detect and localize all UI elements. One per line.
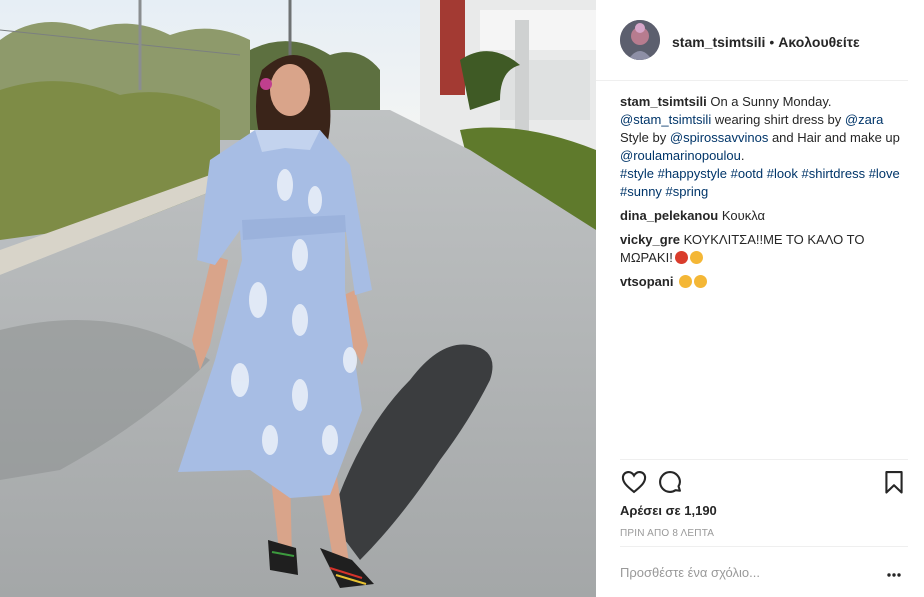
header-separator: •: [769, 34, 775, 50]
post-timestamp[interactable]: ΠΡΙΝ ΑΠΟ 8 ΛΕΠΤΑ: [620, 528, 714, 539]
post-sidebar: stam_tsimtsili • Ακολουθείτε stam_tsimtsil…: [596, 0, 924, 597]
divider: [620, 459, 908, 460]
post-photo[interactable]: [0, 0, 596, 597]
clap-emoji-icon: [679, 275, 693, 288]
avatar-image: [620, 20, 660, 60]
bookmark-icon[interactable]: [880, 468, 908, 496]
comment-icon[interactable]: [656, 468, 684, 496]
hashtag-link[interactable]: #love: [869, 166, 900, 181]
divider: [620, 546, 908, 547]
comments-list: stam_tsimtsili On a Sunny Monday. @stam_…: [620, 93, 905, 297]
hashtag-link[interactable]: #shirtdress: [801, 166, 865, 181]
caption-mention-hair[interactable]: @roulamarinopoulou: [620, 148, 741, 163]
header-text: stam_tsimtsili • Ακολουθείτε: [672, 34, 860, 50]
avatar[interactable]: [620, 20, 660, 60]
comment-item: vicky_gre ΚΟΥΚΛΙΤΣΑ!!ΜΕ ΤΟ ΚΑΛΟ ΤΟ ΜΩΡΑΚ…: [620, 231, 905, 267]
caption-text-1: On a Sunny Monday.: [710, 94, 832, 109]
comment-username[interactable]: vicky_gre: [620, 232, 680, 247]
hashtag-link[interactable]: #sunny: [620, 184, 662, 199]
header-username[interactable]: stam_tsimtsili: [672, 34, 765, 50]
rose-emoji-icon: [674, 251, 688, 264]
post-photo-image: [0, 0, 596, 597]
hashtag-link[interactable]: #happystyle: [658, 166, 727, 181]
hashtag-link[interactable]: #look: [767, 166, 798, 181]
clap-emoji-icon: [694, 275, 708, 288]
comment-item: vtsopani: [620, 273, 905, 291]
caption-mention-zara[interactable]: @zara: [845, 112, 884, 127]
instagram-post: stam_tsimtsili • Ακολουθείτε stam_tsimtsil…: [0, 0, 924, 597]
caption-mention-style[interactable]: @spirossavvinos: [670, 130, 768, 145]
post-header: stam_tsimtsili • Ακολουθείτε: [596, 0, 908, 81]
caption-text-5: .: [740, 148, 745, 163]
hashtag-link[interactable]: #spring: [666, 184, 709, 199]
likes-count[interactable]: Αρέσει σε 1,190: [620, 503, 717, 518]
following-button[interactable]: Ακολουθείτε: [778, 34, 859, 50]
add-comment-input[interactable]: Προσθέστε ένα σχόλιο...: [620, 565, 860, 580]
caption: stam_tsimtsili On a Sunny Monday. @stam_…: [620, 93, 905, 201]
more-options-icon[interactable]: [886, 567, 902, 583]
heart-icon[interactable]: [620, 468, 648, 496]
caption-mention-self[interactable]: @stam_tsimtsili: [620, 112, 711, 127]
comment-text: Κουκλα: [721, 208, 766, 223]
comment-item: dina_pelekanou Κουκλα: [620, 207, 905, 225]
caption-username[interactable]: stam_tsimtsili: [620, 94, 707, 109]
caption-text-2: wearing shirt dress by: [714, 112, 842, 127]
comment-username[interactable]: vtsopani: [620, 274, 673, 289]
caption-text-3: Style by: [620, 130, 667, 145]
hashtag-link[interactable]: #style: [620, 166, 654, 181]
caption-text-4: and Hair and make up: [771, 130, 900, 145]
action-bar: [620, 468, 908, 496]
comment-username[interactable]: dina_pelekanou: [620, 208, 718, 223]
hashtag-link[interactable]: #ootd: [731, 166, 764, 181]
baby-emoji-icon: [689, 251, 703, 264]
